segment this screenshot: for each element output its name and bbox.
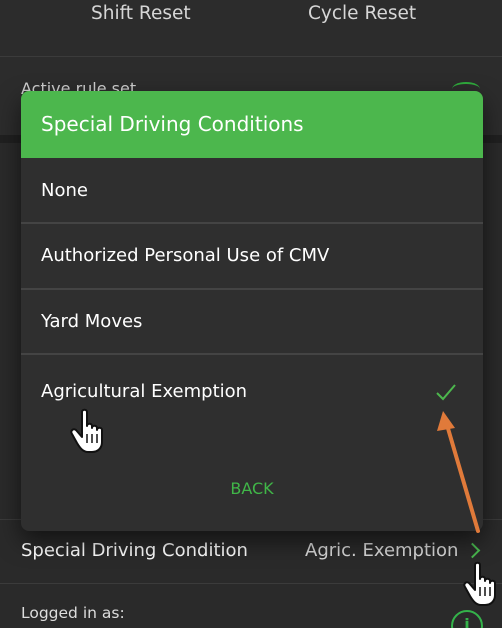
hand-pointer-icon	[463, 561, 496, 606]
annotation-layer	[70, 408, 496, 606]
hand-pointer-icon	[70, 408, 103, 453]
arrow-annotation	[437, 411, 480, 533]
